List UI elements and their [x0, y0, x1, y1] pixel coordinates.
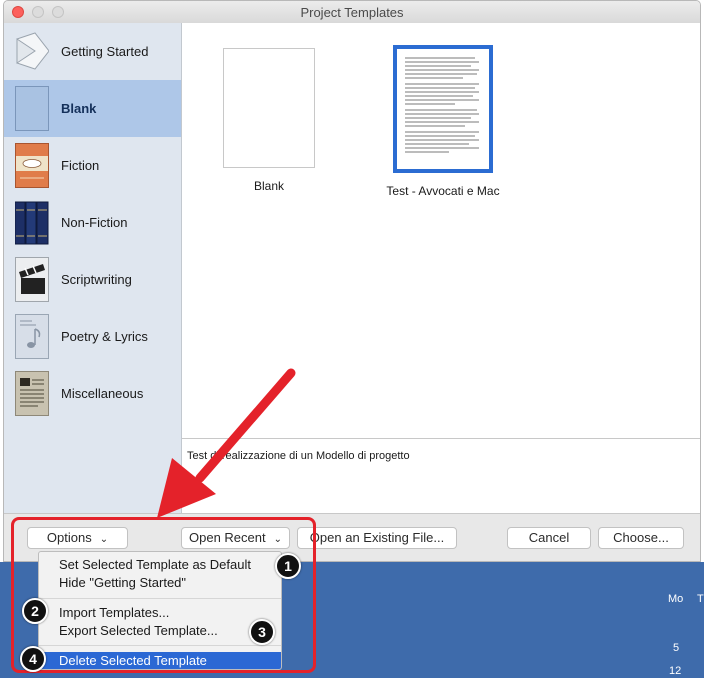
annotation-arrow-icon — [157, 368, 296, 518]
step-badge-1: 1 — [275, 553, 301, 579]
step-badge-2: 2 — [22, 598, 48, 624]
step-badge-4: 4 — [20, 646, 46, 672]
step-badge-3: 3 — [249, 619, 275, 645]
